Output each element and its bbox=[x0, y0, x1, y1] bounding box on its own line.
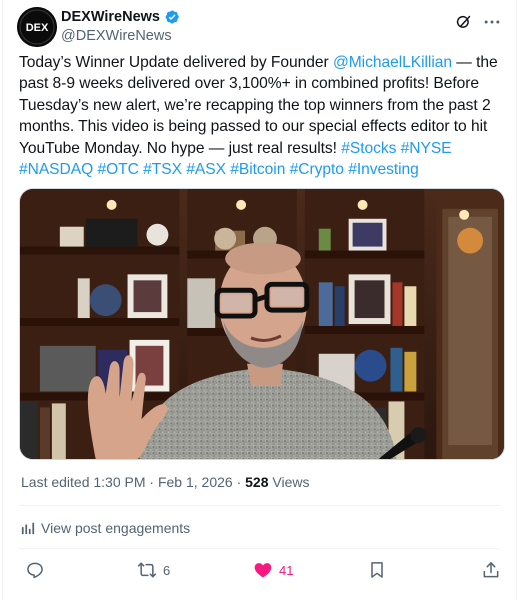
hashtag-link[interactable]: #NYSE bbox=[401, 140, 452, 157]
share-icon bbox=[483, 562, 499, 578]
hashtag-link[interactable]: #NASDAQ bbox=[19, 161, 93, 178]
mention-link[interactable]: @MichaelLKillian bbox=[333, 54, 452, 71]
bookmark-button[interactable] bbox=[367, 560, 387, 580]
more-icon[interactable] bbox=[482, 12, 502, 32]
share-button[interactable] bbox=[481, 560, 501, 580]
hashtag-link[interactable]: #TSX bbox=[143, 161, 182, 178]
post-video[interactable] bbox=[19, 188, 505, 460]
view-engagements-link[interactable]: View post engagements bbox=[21, 520, 190, 536]
hashtag-link[interactable]: #Crypto bbox=[290, 161, 344, 178]
repost-icon bbox=[137, 562, 157, 578]
post-header: DEX DEXWireNews @DEXWireNews bbox=[17, 6, 502, 47]
repost-button[interactable]: 6 bbox=[137, 560, 170, 580]
avatar[interactable]: DEX bbox=[17, 7, 57, 47]
action-bar: 6 41 bbox=[25, 560, 499, 586]
divider bbox=[19, 548, 500, 549]
hashtag-link[interactable]: #Stocks bbox=[341, 140, 396, 157]
hashtag-link[interactable]: #OTC bbox=[97, 161, 138, 178]
avatar-text: DEX bbox=[26, 22, 49, 34]
post-meta: Last edited 1:30 PM · Feb 1, 2026 · 528 … bbox=[21, 474, 309, 490]
like-count: 41 bbox=[279, 562, 294, 578]
author-handle[interactable]: @DEXWireNews bbox=[61, 28, 180, 44]
hashtag-link[interactable]: #Investing bbox=[348, 161, 419, 178]
post-text: Today’s Winner Update delivered by Found… bbox=[19, 52, 509, 180]
analytics-icon bbox=[21, 522, 35, 535]
view-engagements-label[interactable]: View post engagements bbox=[41, 520, 190, 536]
verified-badge-icon[interactable] bbox=[164, 9, 180, 25]
divider bbox=[19, 505, 500, 506]
heart-icon bbox=[254, 563, 272, 578]
hashtag-link[interactable]: #Bitcoin bbox=[230, 161, 285, 178]
grok-icon[interactable] bbox=[454, 12, 474, 32]
post-card: DEX DEXWireNews @DEXWireNews Today’s Win… bbox=[2, 0, 517, 600]
edited-timestamp[interactable]: Last edited 1:30 PM · Feb 1, 2026 · bbox=[21, 474, 245, 490]
reply-button[interactable] bbox=[25, 560, 45, 580]
repost-count: 6 bbox=[163, 562, 171, 578]
author-display-name[interactable]: DEXWireNews bbox=[61, 9, 160, 25]
views-label: Views bbox=[268, 474, 310, 490]
author-names: DEXWireNews @DEXWireNews bbox=[61, 8, 180, 44]
like-button[interactable]: 41 bbox=[253, 560, 293, 580]
post-text-part-1: Today’s Winner Update delivered by Found… bbox=[19, 54, 333, 71]
bookmark-icon bbox=[371, 562, 383, 578]
reply-icon bbox=[27, 562, 43, 579]
hashtag-link[interactable]: #ASX bbox=[186, 161, 226, 178]
views-count: 528 bbox=[245, 474, 269, 490]
